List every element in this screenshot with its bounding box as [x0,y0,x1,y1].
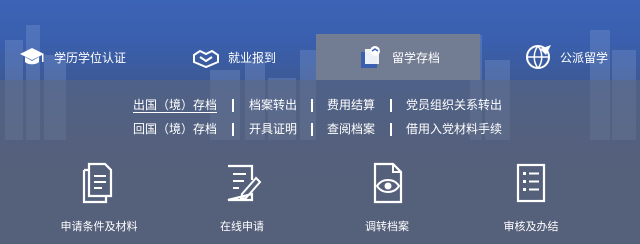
handshake-icon [192,43,220,71]
tab-study-abroad-archive[interactable]: 留学存档 [316,34,480,80]
service-application-requirements[interactable]: 申请条件及材料 [44,160,154,234]
link-return-archive[interactable]: 回国（境）存档 [133,120,217,137]
globe-airplane-icon [524,43,552,71]
service-transfer-archive[interactable]: 调转档案 [332,160,442,234]
category-tabs: 学历学位认证 就业报到 留学存档 公派留学 [0,34,640,80]
link-archive-transfer-out[interactable]: 档案转出 [249,96,297,113]
link-row-2: 回国（境）存档 开具证明 查阅档案 借用入党材料手续 [0,120,640,140]
link-party-relation-transfer[interactable]: 党员组织关系转出 [406,96,502,113]
divider [390,99,392,112]
checklist-icon [516,163,546,203]
divider [232,123,234,136]
tab-label: 留学存档 [391,50,440,65]
archive-document-icon [356,43,384,71]
tab-employment-report[interactable]: 就业报到 [192,34,276,80]
form-edit-icon [227,164,262,202]
link-view-archive[interactable]: 查阅档案 [327,120,375,137]
link-issue-certificate[interactable]: 开具证明 [249,120,297,137]
documents-icon [82,162,113,204]
link-borrow-party-materials[interactable]: 借用入党材料手续 [406,120,502,137]
divider [311,123,313,136]
service-review-completion[interactable]: 审核及办结 [476,160,586,234]
service-online-application[interactable]: 在线申请 [187,160,297,234]
graduation-cap-icon [18,43,46,71]
tab-government-sponsored[interactable]: 公派留学 [524,34,608,80]
link-row-1: 出国（境）存档 档案转出 费用结算 党员组织关系转出 [0,96,640,116]
tab-label: 学历学位认证 [54,50,127,65]
file-eye-icon [373,162,403,204]
link-fee-settlement[interactable]: 费用结算 [327,96,375,113]
link-outbound-archive[interactable]: 出国（境）存档 [133,96,217,113]
tab-degree-certification[interactable]: 学历学位认证 [18,34,126,80]
archive-service-banner: 学历学位认证 就业报到 留学存档 公派留学 出国（境）存档 档案转出 费用结算 [0,0,640,244]
divider [390,123,392,136]
service-label: 申请条件及材料 [60,220,138,233]
tab-label: 公派留学 [560,50,609,65]
tab-label: 就业报到 [228,50,277,65]
divider [232,99,234,112]
service-label: 在线申请 [220,220,264,233]
service-label: 调转档案 [365,220,409,233]
service-label: 审核及办结 [503,220,559,233]
divider [311,99,313,112]
